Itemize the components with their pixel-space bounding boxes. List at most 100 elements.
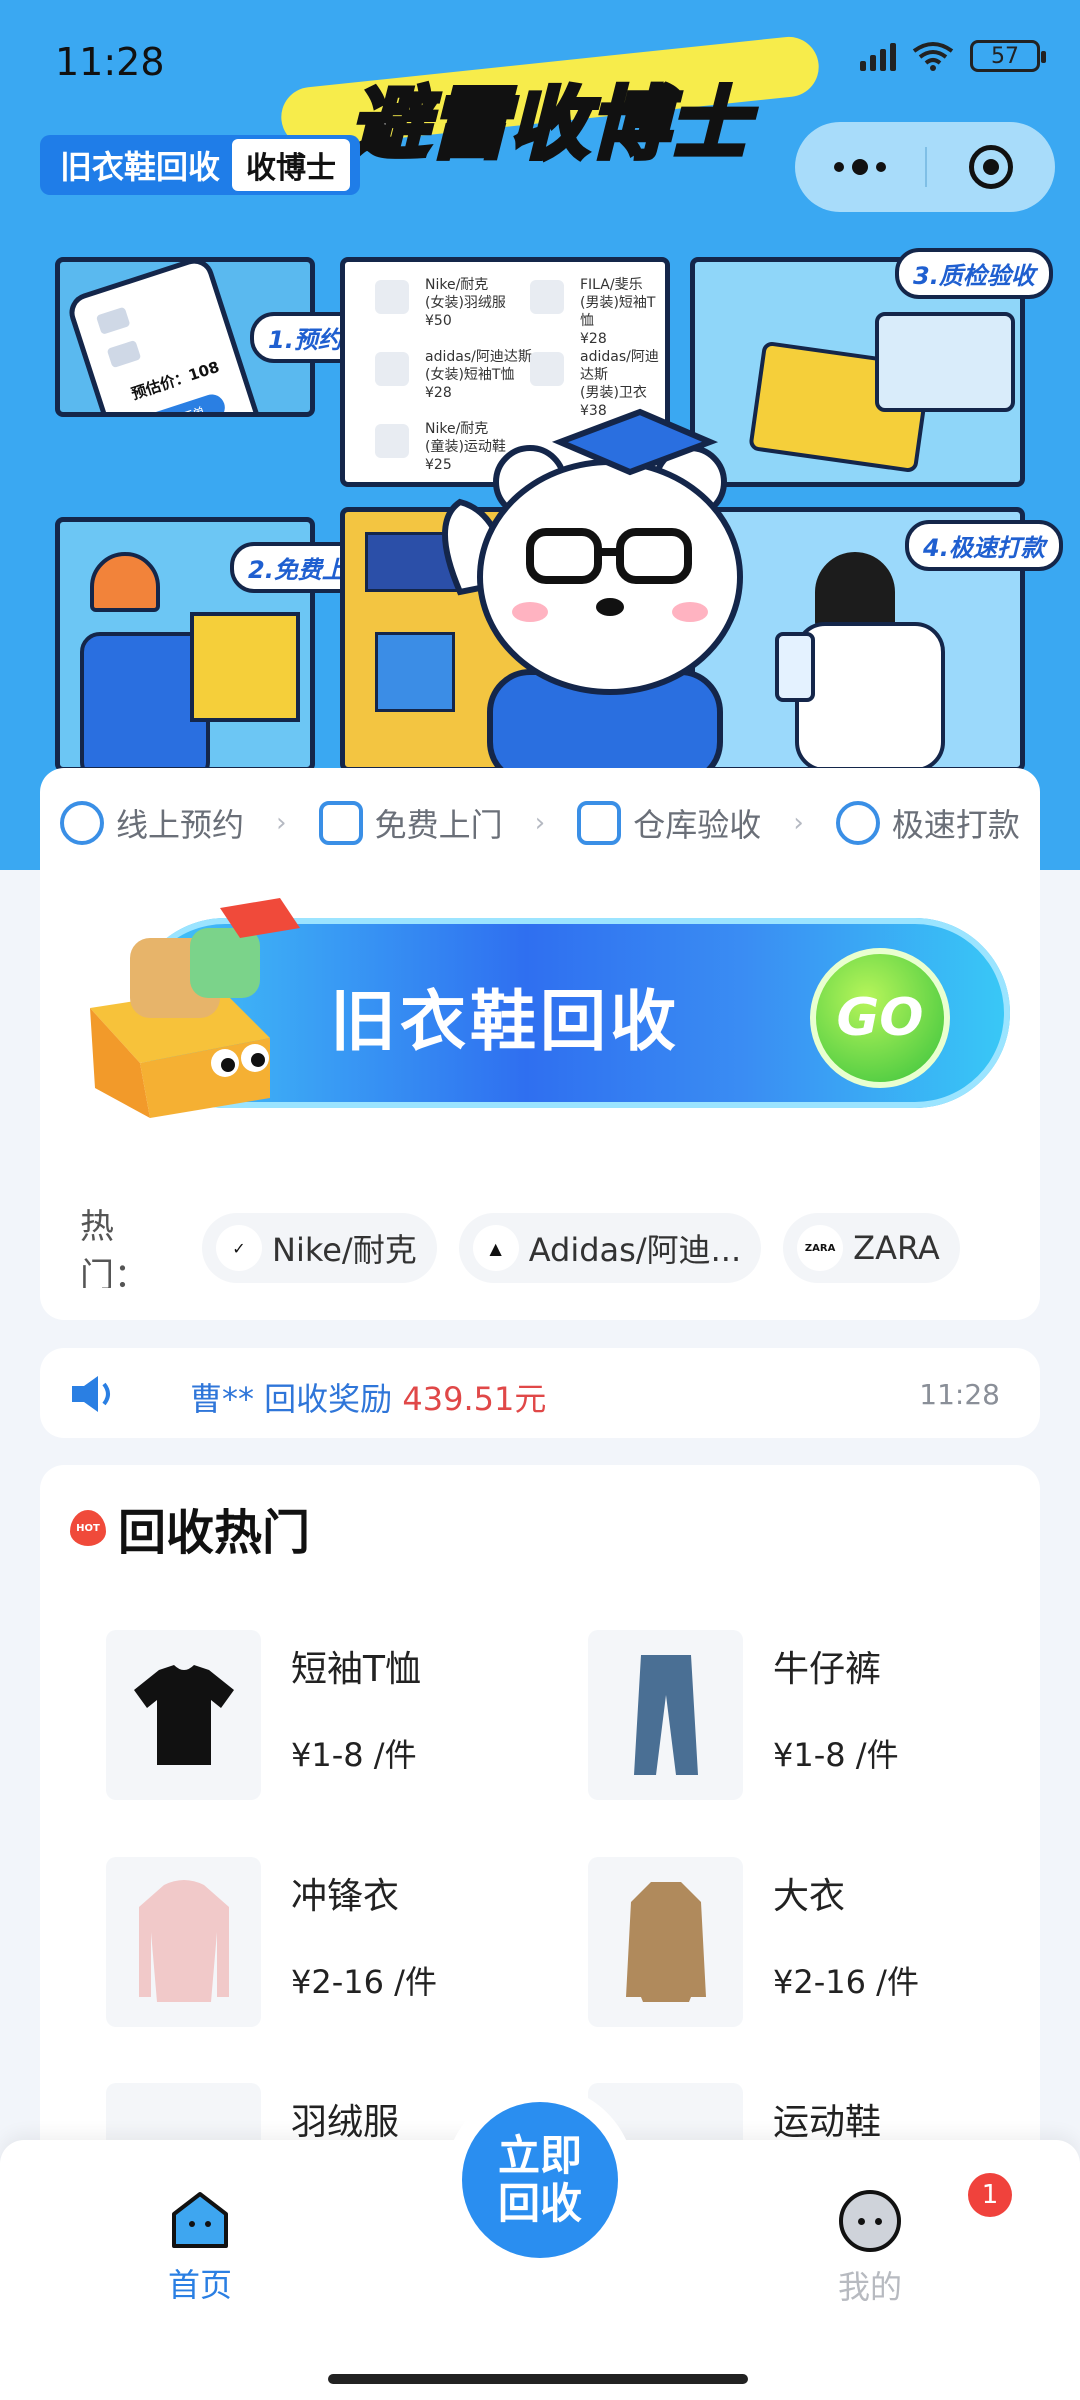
mini-program-title: 旧衣鞋回收 收博士 [40,135,361,195]
hot-brands-label: 热门： [80,1208,148,1288]
item-name: 冲锋衣 [291,1876,400,1917]
brand-chip-label: ZARA [853,1229,940,1267]
step-label-4: 4.极速打款 [905,520,1063,571]
adidas-logo-icon: ▲ [472,1225,519,1271]
brand-chip-adidas[interactable]: ▲ Adidas/阿迪... [458,1213,762,1283]
truck-icon [318,801,363,845]
windbreaker-image [106,1857,261,2027]
item-price: ¥1-8 /件 [291,1736,417,1774]
tshirt-image [106,1630,261,1800]
notice-text: 曹** 回收奖励 439.51元 [190,1374,546,1420]
clock-icon [60,801,104,845]
estimate-label: 预估价： [129,367,192,404]
phone-illustration: 预估价：108 提交订单 [64,262,266,412]
recycle-banner[interactable]: 旧衣鞋回收 GO [70,888,1010,1118]
banner-title: 旧衣鞋回收 [330,983,680,1060]
tab-label: 首页 [167,2266,232,2304]
section-title: 回收热门 [118,1493,310,1563]
item-windbreaker[interactable]: 冲锋衣 ¥2-16 /件 [106,1857,566,2032]
fab-line-2: 回收 [497,2179,582,2228]
item-name: 牛仔裤 [773,1649,882,1690]
yuan-icon [835,801,880,845]
speaker-icon [72,1376,110,1412]
product-3-desc: (女装)短袖T恤 [425,367,515,383]
step-label: 线上预约 [116,806,245,844]
item-name: 短袖T恤 [291,1649,421,1690]
recycle-now-button[interactable]: 立即 回收 [462,2102,618,2258]
brand-chip-label: Adidas/阿迪... [528,1231,742,1269]
chevron-right-icon: › [276,808,287,838]
more-button[interactable] [795,159,925,175]
notice-amount: 439.51元 [402,1380,547,1418]
reward-notice[interactable]: 曹** 回收奖励 439.51元 11:28 [40,1348,1040,1438]
item-name: 羽绒服 [291,2102,400,2143]
battery-icon: 57 [970,40,1046,72]
fab-line-1: 立即 [497,2131,582,2180]
nike-logo-icon: ✓ [216,1225,262,1271]
item-price: ¥2-16 /件 [773,1963,919,2001]
product-4-brand: adidas/阿迪达斯 [580,349,659,383]
notice-name: 曹** 回收奖励 [190,1380,393,1418]
product-1-brand: Nike/耐克 [425,277,489,293]
hot-brands-row: 热门： ✓ Nike/耐克 ▲ Adidas/阿迪... ZARA ZARA [80,1208,1010,1288]
estimate-value: 108 [186,357,222,385]
notice-time: 11:28 [919,1378,1000,1411]
product-3-price: ¥28 [425,385,452,401]
step-label: 极速打款 [891,806,1020,844]
process-steps: 线上预约 › 免费上门 › 仓库验收 › 极速打款 [40,788,1040,858]
item-name: 大衣 [773,1876,846,1917]
brand-chip-nike[interactable]: ✓ Nike/耐克 [202,1213,437,1283]
section-header: HOT 回收热门 [70,1493,310,1563]
bear-mascot-image [442,408,743,772]
notification-badge: 1 [968,2173,1012,2217]
clothes-box-image [90,898,300,1118]
target-icon [969,145,1013,189]
item-jeans[interactable]: 牛仔裤 ¥1-8 /件 [588,1630,1040,1805]
box-icon [577,801,622,845]
hot-recycle-section: HOT 回收热门 短袖T恤 ¥1-8 /件 牛仔裤 ¥1-8 /件 冲锋衣 ¥2… [40,1465,1040,2165]
battery-level: 57 [991,43,1019,69]
wifi-icon [912,42,954,71]
step-label: 免费上门 [374,806,503,844]
product-1-desc: (女装)羽绒服 [425,295,506,311]
brand-chip-label: Nike/耐克 [272,1231,417,1269]
product-4-desc: (男装)卫衣 [580,385,647,401]
product-2-brand: FILA/斐乐 [580,277,643,293]
step-label-3: 3.质检验收 [895,248,1053,299]
chevron-right-icon: › [534,808,546,838]
item-coat[interactable]: 大衣 ¥2-16 /件 [588,1857,1040,2032]
product-2-price: ¥28 [580,331,607,347]
user-face-icon [839,2190,901,2252]
fire-icon: HOT [70,1510,106,1546]
item-tshirt[interactable]: 短袖T恤 ¥1-8 /件 [106,1630,566,1805]
item-price: ¥2-16 /件 [291,1963,437,2001]
main-card: 线上预约 › 免费上门 › 仓库验收 › 极速打款 旧衣鞋回收 GO 热门： ✓… [40,768,1040,1320]
close-button[interactable] [927,145,1055,189]
chevron-right-icon: › [793,808,804,838]
home-icon [172,2192,228,2248]
jeans-image [588,1630,743,1800]
product-2-desc: (男装)短袖T恤 [580,295,656,329]
step-online-booking: 线上预约 [60,800,244,846]
status-time: 11:28 [55,40,165,84]
home-indicator[interactable] [328,2374,748,2384]
product-3-brand: adidas/阿迪达斯 [425,349,532,365]
brand-overlay: 避雷收博士 [270,33,830,173]
tab-label: 我的 [837,2268,902,2306]
step-label: 仓库验收 [633,806,762,844]
product-1-price: ¥50 [425,313,452,329]
item-price: ¥1-8 /件 [773,1736,899,1774]
tab-me[interactable]: 我的 [790,2190,950,2308]
step-free-pickup: 免费上门 [318,800,503,846]
brand-chip-zara[interactable]: ZARA ZARA [783,1213,960,1283]
zara-logo-icon: ZARA [797,1225,844,1271]
item-name: 运动鞋 [773,2102,882,2143]
step-warehouse-inspection: 仓库验收 [577,800,761,846]
signal-icon [860,41,896,71]
status-icons: 57 [860,40,1046,72]
title-tag: 收博士 [232,139,351,191]
tab-home[interactable]: 首页 [120,2190,280,2306]
mini-program-capsule [795,122,1055,212]
process-illustration: 预估价：108 提交订单 1.预约下单 Nike/耐克(女装)羽绒服¥50 FI… [50,248,1063,772]
go-button[interactable]: GO [810,948,950,1088]
